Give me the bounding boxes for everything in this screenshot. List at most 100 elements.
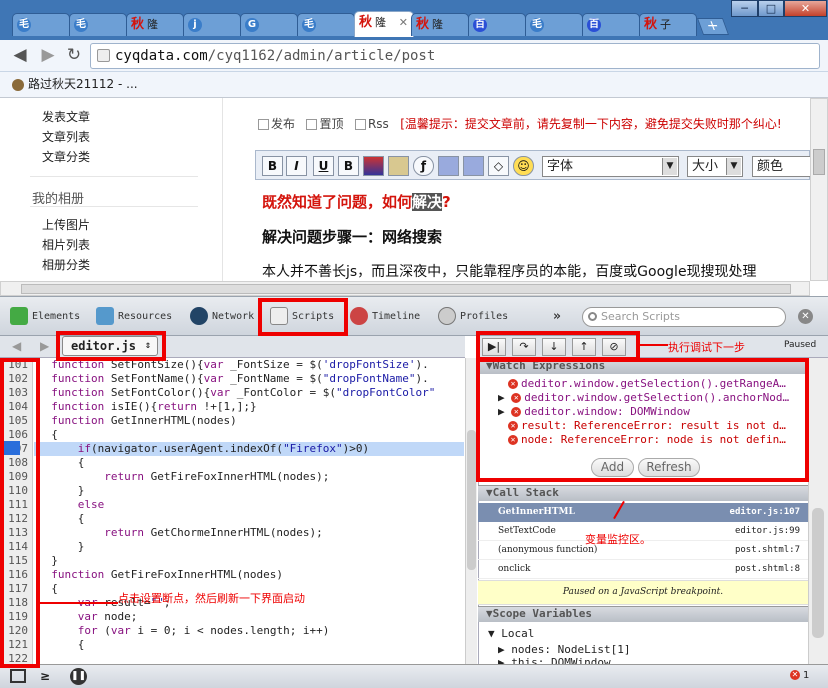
line-number[interactable]: 104 xyxy=(0,400,28,414)
close-devtools-icon[interactable]: ✕ xyxy=(798,309,813,324)
refresh-watch-button[interactable]: Refresh xyxy=(638,458,700,477)
call-stack-header[interactable]: ▼Call Stack xyxy=(478,485,808,501)
tab-profiles[interactable]: Profiles xyxy=(438,307,508,325)
page-vertical-scrollbar[interactable] xyxy=(810,98,828,281)
rss-checkbox[interactable]: Rss xyxy=(354,117,389,131)
minimize-button[interactable]: ─ xyxy=(731,0,758,17)
call-frame[interactable]: GetInnerHTML editor.js:107 xyxy=(478,503,808,522)
reload-icon[interactable]: ↻ xyxy=(64,45,84,65)
tab-resources[interactable]: Resources xyxy=(96,307,172,325)
color-select[interactable]: 颜色 xyxy=(752,156,810,177)
code-scrollbar[interactable] xyxy=(465,358,477,664)
font-select[interactable]: 字体 ▼ xyxy=(542,156,679,177)
line-number[interactable]: 111 xyxy=(0,498,28,512)
sidebar-item-article-category[interactable]: 文章分类 xyxy=(42,148,90,165)
sidebar-scrollbar[interactable] xyxy=(808,358,828,664)
error-count[interactable]: ✕ 1 xyxy=(790,670,809,681)
image-icon[interactable] xyxy=(388,156,409,176)
sidebar-item-upload[interactable]: 上传图片 xyxy=(42,216,90,233)
watch-expression[interactable]: ▶ ✕ deditor.window.getSelection().anchorN… xyxy=(498,391,789,405)
watch-expression[interactable]: ✕ deditor.window.getSelection().getRangeA… xyxy=(508,377,786,391)
tab-scripts[interactable]: Scripts xyxy=(270,307,334,325)
tab-elements[interactable]: Elements xyxy=(10,307,80,325)
close-window-button[interactable]: ✕ xyxy=(784,0,827,17)
line-number[interactable]: 109 xyxy=(0,470,28,484)
watch-expression[interactable]: ✕ result: ReferenceError: result is not d… xyxy=(508,419,786,433)
tab-10[interactable]: 毛 xyxy=(525,13,583,36)
bold-button[interactable]: B xyxy=(262,156,283,176)
line-number[interactable]: 119 xyxy=(0,610,28,624)
address-bar[interactable]: cyqdata.com/cyq1162/admin/article/post xyxy=(90,43,820,69)
line-number[interactable]: 122 xyxy=(0,652,28,664)
sidebar-item-post[interactable]: 发表文章 xyxy=(42,108,90,125)
scroll-thumb[interactable] xyxy=(813,149,825,175)
top-checkbox[interactable]: 置顶 xyxy=(306,117,343,131)
tab-7[interactable]: 秋隆 ✕ xyxy=(354,11,414,37)
line-gutter[interactable]: 1011021031041051061071081091101111121131… xyxy=(0,358,33,664)
scroll-thumb[interactable] xyxy=(812,508,824,638)
tab-4[interactable]: j xyxy=(183,13,241,36)
line-number[interactable]: 103 xyxy=(0,386,28,400)
back-icon[interactable]: ◀ xyxy=(10,45,30,65)
line-number[interactable]: 117 xyxy=(0,582,28,596)
italic-button[interactable]: I xyxy=(286,156,307,176)
bookmark-item[interactable]: 路过秋天21112 - ... xyxy=(28,77,138,91)
tab-timeline[interactable]: Timeline xyxy=(350,307,420,325)
forward-icon[interactable]: ▶ xyxy=(38,45,58,65)
content-subheading[interactable]: 解决问题步骤一：网络搜索 xyxy=(262,226,442,247)
scope-variables-header[interactable]: ▼Scope Variables xyxy=(478,606,808,622)
scroll-thumb[interactable] xyxy=(467,430,476,570)
step-over-button[interactable]: ↷ xyxy=(512,338,536,356)
tab-1[interactable]: 毛 xyxy=(12,13,70,36)
scroll-thumb[interactable] xyxy=(21,284,791,294)
line-number[interactable]: 116 xyxy=(0,568,28,582)
bold-alt-button[interactable]: B xyxy=(338,156,359,176)
flag-icon[interactable] xyxy=(363,156,384,176)
size-select[interactable]: 大小 ▼ xyxy=(687,156,743,177)
tab-6[interactable]: 毛 xyxy=(297,13,355,36)
watch-expression[interactable]: ▶ ✕ deditor.window: DOMWindow xyxy=(498,405,690,419)
forward-icon[interactable]: ▶ xyxy=(40,339,49,353)
smiley-icon[interactable]: ☺ xyxy=(513,156,534,176)
line-number[interactable]: 106 xyxy=(0,428,28,442)
tab-8[interactable]: 秋隆 xyxy=(411,13,469,36)
close-tab-icon[interactable]: ✕ xyxy=(399,12,408,33)
step-into-button[interactable]: ↓ xyxy=(542,338,566,356)
new-tab-button[interactable]: + xyxy=(696,18,730,35)
line-number[interactable]: 115 xyxy=(0,554,28,568)
tab-5[interactable]: G xyxy=(240,13,298,36)
tab-2[interactable]: 毛 xyxy=(69,13,127,36)
publish-checkbox[interactable]: 发布 xyxy=(258,117,295,131)
line-number[interactable]: 101 xyxy=(0,358,28,372)
line-number[interactable]: 120 xyxy=(0,624,28,638)
line-number[interactable]: 102 xyxy=(0,372,28,386)
step-out-button[interactable]: ↑ xyxy=(572,338,596,356)
tab-network[interactable]: Network xyxy=(190,307,254,325)
watch-expression[interactable]: ✕ node: ReferenceError: node is not defin… xyxy=(508,433,786,447)
back-icon[interactable]: ◀ xyxy=(12,339,21,353)
eraser-icon[interactable]: ◇ xyxy=(488,156,509,176)
console-icon[interactable]: ≥ xyxy=(40,669,50,683)
scope-var-nodes[interactable]: ▶ nodes: NodeList[1] xyxy=(498,643,630,657)
watch-expressions-header[interactable]: ▼Watch Expressions xyxy=(478,358,808,374)
breakpoint-marker[interactable] xyxy=(0,441,20,455)
add-watch-button[interactable]: Add xyxy=(591,458,634,477)
flash-icon[interactable]: ƒ xyxy=(413,156,434,176)
more-tabs-button[interactable]: » xyxy=(553,309,561,324)
tab-11[interactable]: 百 xyxy=(582,13,640,36)
link-icon[interactable] xyxy=(438,156,459,176)
deactivate-breakpoints-button[interactable]: ⊘ xyxy=(602,338,626,356)
line-number[interactable]: 112 xyxy=(0,512,28,526)
tab-3[interactable]: 秋隆 xyxy=(126,13,184,36)
line-number[interactable]: 118 xyxy=(0,596,28,610)
pause-on-exceptions-icon[interactable]: ❚❚ xyxy=(70,668,87,685)
line-number[interactable]: 114 xyxy=(0,540,28,554)
scope-local[interactable]: ▼ Local xyxy=(488,627,534,641)
resume-button[interactable]: ▶| xyxy=(482,338,506,356)
sidebar-item-album-category[interactable]: 相册分类 xyxy=(42,256,90,273)
content-paragraph[interactable]: 本人并不善长js，而且深夜中，只能靠程序员的本能，百度或Google现搜现处理 xyxy=(262,261,810,281)
line-number[interactable]: 110 xyxy=(0,484,28,498)
line-number[interactable]: 121 xyxy=(0,638,28,652)
tab-9[interactable]: 百 xyxy=(468,13,526,36)
maximize-button[interactable]: □ xyxy=(758,0,784,17)
